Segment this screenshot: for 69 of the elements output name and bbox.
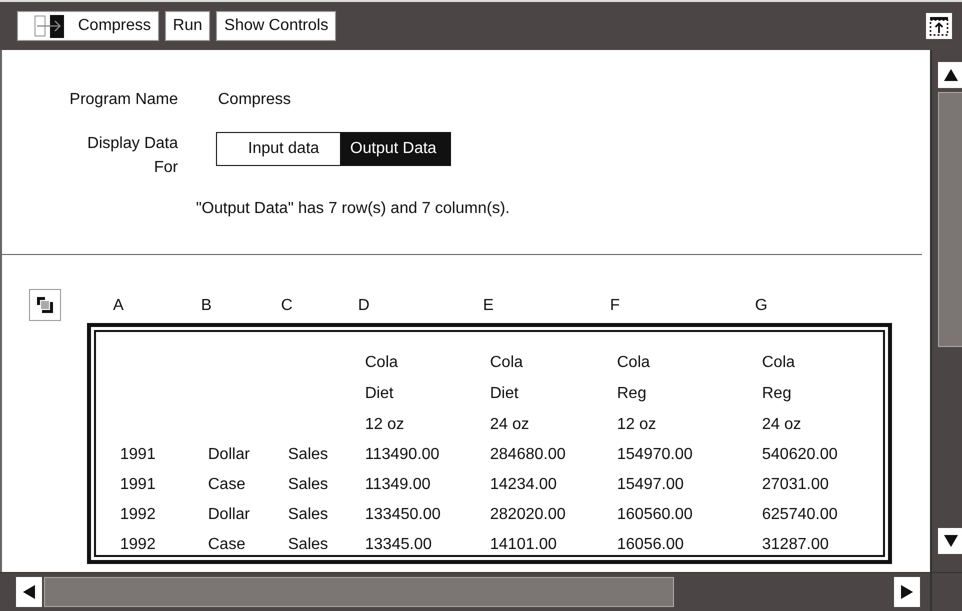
table-cell-text: 27031.00 <box>762 475 829 495</box>
table-cell-text: 284680.00 <box>490 445 566 465</box>
table-cell-text: 282020.00 <box>490 505 566 525</box>
table-cell-text: 31287.00 <box>762 535 829 555</box>
toolbar-button[interactable]: Run <box>164 11 210 41</box>
left-arrow-icon <box>21 584 37 600</box>
scroll-right-button[interactable] <box>894 577 920 607</box>
table-cell-text: 15497.00 <box>617 475 684 495</box>
collapse-button[interactable] <box>926 13 952 39</box>
column-header: D <box>358 297 371 315</box>
right-arrow-icon <box>899 584 915 600</box>
scroll-up-button[interactable] <box>938 62 962 88</box>
program-button[interactable]: Compress <box>17 11 159 41</box>
table-cell-text: 540620.00 <box>762 445 838 465</box>
table-cell-text: Sales <box>288 505 328 525</box>
table-cell-text: Cola <box>490 353 524 373</box>
column-header: C <box>281 297 294 315</box>
table-cell-text: Cola <box>365 353 399 373</box>
scroll-thumb[interactable] <box>938 92 962 347</box>
table-cell-text: Diet <box>490 384 520 404</box>
table-cell-text: 12 oz <box>617 415 658 435</box>
column-header: G <box>755 297 768 315</box>
scroll-down-button[interactable] <box>938 528 962 554</box>
table-cell-text: Reg <box>762 384 792 404</box>
table-cell-text: Diet <box>365 384 394 404</box>
scroll-thumb[interactable] <box>44 577 674 607</box>
column-header: A <box>113 297 125 315</box>
table-cell-text: 13345.00 <box>365 535 432 555</box>
table-cell-text: Cola <box>617 353 651 373</box>
table-cell-text: 113490.00 <box>365 445 440 465</box>
field-value: Compress <box>218 90 292 110</box>
table-cell-text: 1991 <box>120 475 156 495</box>
exit-arrow-icon <box>32 14 64 38</box>
field-label: Display Data For <box>86 134 178 178</box>
table-cell-text: 1991 <box>120 445 156 465</box>
column-header: E <box>483 297 495 315</box>
down-arrow-icon <box>943 533 959 549</box>
up-arrow-icon <box>943 67 959 83</box>
table-cell-text: 14101.00 <box>490 535 557 555</box>
table-cell-text: Dollar <box>208 505 250 525</box>
table-cell-text: 160560.00 <box>617 505 693 525</box>
table-cell-text: Dollar <box>208 445 250 465</box>
table-cell-text: 24 oz <box>762 415 802 435</box>
table-cell-text: 12 oz <box>365 415 406 435</box>
overlap-squares-icon <box>36 296 54 314</box>
field-label: Program Name <box>68 90 178 110</box>
column-header: F <box>610 297 621 315</box>
table-cell-text: 154970.00 <box>617 445 693 465</box>
table-cell-text: 625740.00 <box>762 505 838 525</box>
table-cell-text: Sales <box>288 535 328 555</box>
table-cell-text: Case <box>208 535 246 555</box>
table-cell-text: 1992 <box>120 535 156 555</box>
table-cell-text: 24 oz <box>490 415 530 435</box>
table-cell-text: 1992 <box>120 505 156 525</box>
table-cell-text: Sales <box>288 445 328 465</box>
column-header: B <box>201 297 213 315</box>
table-cell-text: 11349.00 <box>365 475 431 495</box>
table-cell-text: Reg <box>617 384 648 404</box>
table-cell-text: 14234.00 <box>490 475 557 495</box>
table-cell-text: 16056.00 <box>617 535 684 555</box>
table-cell-text: Sales <box>288 475 328 495</box>
table-cell-text: 133450.00 <box>365 505 441 525</box>
table-cell-text: Cola <box>762 353 796 373</box>
summary-text: "Output Data" has 7 row(s) and 7 column(s). <box>196 200 511 218</box>
toolbar-button[interactable]: Show Controls <box>216 11 336 41</box>
scroll-left-button[interactable] <box>16 577 42 607</box>
grid-options-button[interactable] <box>29 289 61 321</box>
table-cell-text: Case <box>208 475 246 495</box>
toggle-option[interactable]: Output Data <box>340 133 450 165</box>
